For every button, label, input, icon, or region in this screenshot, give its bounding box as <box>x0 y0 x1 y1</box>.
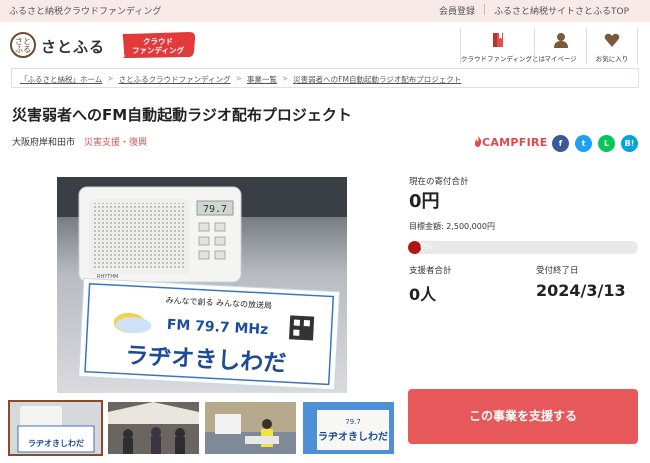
line-share-icon[interactable]: L <box>598 135 615 152</box>
crowdfunding-badge[interactable]: クラウド ファンディング <box>119 31 197 59</box>
campfire-label: CAMPFIRE <box>482 136 548 149</box>
header-nav: クラウドファンディングとは マイページ お気に入り <box>460 28 638 64</box>
badge-line-2: ファンディング <box>132 46 184 55</box>
project-main-image: 79.7 RHYTHM みんなで創る みんなの放送局 FM 79.7 MHz ラ… <box>57 177 347 393</box>
progress-bar: 0% <box>408 241 638 254</box>
current-total-value: 0円 <box>409 191 440 212</box>
deadline-value: 2024/3/13 <box>536 281 626 300</box>
heart-icon <box>604 33 620 47</box>
satofull-logo-text[interactable]: さとふる <box>41 36 105 57</box>
thumbnail-2[interactable] <box>108 402 199 454</box>
thumbnail-4[interactable]: 79.7 ラヂオきしわだ <box>303 402 394 454</box>
flame-icon <box>475 136 482 147</box>
project-location[interactable]: 大阪府岸和田市 <box>12 135 75 148</box>
facebook-share-icon[interactable]: f <box>552 135 569 152</box>
breadcrumb-project-list[interactable]: 事業一覧 <box>247 74 277 84</box>
nav-favorites-label: お気に入り <box>595 55 629 63</box>
svg-text:ラヂオきしわだ: ラヂオきしわだ <box>28 439 84 448</box>
book-icon <box>492 33 503 47</box>
radio-photo: 79.7 RHYTHM みんなで創る みんなの放送局 FM 79.7 MHz ラ… <box>57 177 347 393</box>
page-title: 災害弱者へのFM自動起動ラジオ配布プロジェクト <box>12 106 352 124</box>
supporters-label: 支援者合計 <box>409 266 452 276</box>
satofull-top-link[interactable]: ふるさと納税サイトさとふるTOP <box>485 4 638 17</box>
svg-text:79.7: 79.7 <box>345 418 361 426</box>
thumbnail-3[interactable] <box>205 402 296 454</box>
site-header: さと ふる さとふる クラウド ファンディング クラウドファンディングとは マイペー… <box>0 22 650 68</box>
breadcrumb-current[interactable]: 災害弱者へのFM自動起動ラジオ配布プロジェクト <box>293 74 461 84</box>
thumbnail-1[interactable]: ラヂオきしわだ <box>8 400 103 456</box>
thumbnail-4-image: 79.7 ラヂオきしわだ <box>303 402 394 454</box>
deadline-label: 受付終了日 <box>536 266 579 276</box>
top-links: 会員登録 ふるさと納税サイトさとふるTOP <box>430 4 638 17</box>
progress-percent: 0% <box>420 242 433 251</box>
radio-display: 79.7 <box>203 204 227 215</box>
current-total-label: 現在の寄付合計 <box>409 177 469 187</box>
nav-about-label: クラウドファンディングとは <box>461 55 546 63</box>
site-tagline: ふるさと納税クラウドファンディング <box>9 7 162 17</box>
goal-amount: 目標金額: 2,500,000円 <box>409 222 495 231</box>
breadcrumb-home[interactable]: 「ふるさと納税」ホーム <box>20 74 102 84</box>
thumbnail-1-image: ラヂオきしわだ <box>10 402 101 454</box>
hatena-share-icon[interactable]: B! <box>621 135 638 152</box>
thumbnail-3-image <box>205 402 296 454</box>
svg-text:ラヂオきしわだ: ラヂオきしわだ <box>318 431 388 443</box>
support-project-button[interactable]: この事業を支援する <box>408 389 638 444</box>
nav-mypage[interactable]: マイページ <box>534 28 586 64</box>
user-icon <box>553 33 568 48</box>
nav-favorites[interactable]: お気に入り <box>586 28 638 64</box>
twitter-share-icon[interactable]: t <box>575 135 592 152</box>
breadcrumb-crowdfunding[interactable]: さとふるクラウドファンディング <box>119 74 231 84</box>
nav-mypage-label: マイページ <box>544 55 577 63</box>
badge-line-1: クラウド <box>143 37 173 46</box>
thumbnail-2-image <box>108 402 199 454</box>
top-strip: ふるさと納税クラウドファンディング 会員登録 ふるさと納税サイトさとふるTOP <box>0 0 650 22</box>
register-link[interactable]: 会員登録 <box>430 4 484 17</box>
breadcrumb: 「ふるさと納税」ホーム > さとふるクラウドファンディング > 事業一覧 > 災害弱者… <box>11 68 639 88</box>
campfire-logo[interactable]: CAMPFIRE <box>474 136 548 149</box>
project-category[interactable]: 災害支援・復興 <box>84 135 147 148</box>
satofull-logo-mark[interactable]: さと ふる <box>10 32 36 58</box>
supporters-value: 0人 <box>409 285 437 304</box>
nav-about-crowdfunding[interactable]: クラウドファンディングとは <box>460 28 546 64</box>
